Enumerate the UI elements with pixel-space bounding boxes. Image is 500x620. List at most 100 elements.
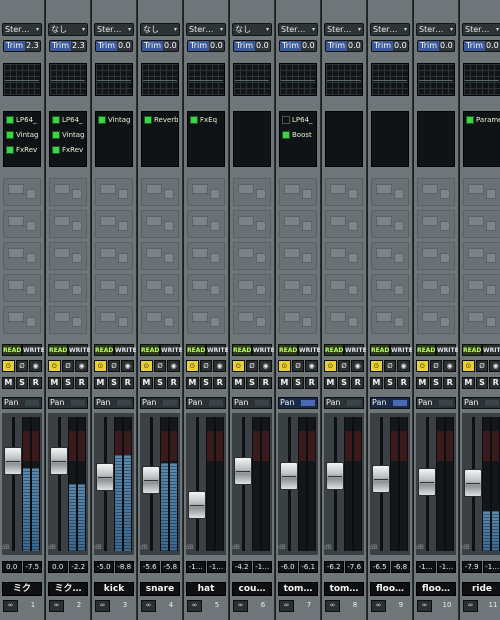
- send-toggle[interactable]: [302, 253, 312, 263]
- phase-icon[interactable]: Ø: [337, 360, 351, 372]
- send-toggle[interactable]: [440, 285, 450, 295]
- send-slot[interactable]: [417, 274, 455, 302]
- volume-readout[interactable]: 0.0: [48, 561, 68, 573]
- trim-control[interactable]: Trim 2.3: [49, 40, 87, 52]
- output-selector[interactable]: Ster… ▾: [370, 23, 410, 36]
- insert-slot[interactable]: Parame: [464, 112, 500, 127]
- pan-control[interactable]: Pan: [462, 397, 500, 409]
- eq-display[interactable]: [325, 63, 363, 96]
- volume-readout[interactable]: -7.9: [462, 561, 482, 573]
- send-slot[interactable]: [463, 306, 500, 334]
- send-slot[interactable]: [95, 178, 133, 206]
- input-monitor-icon[interactable]: ⊙: [324, 360, 337, 372]
- record-button[interactable]: R: [29, 377, 43, 389]
- send-slot[interactable]: [325, 178, 363, 206]
- send-level-knob[interactable]: [54, 312, 70, 322]
- send-level-knob[interactable]: [376, 312, 392, 322]
- plugin-power-icon[interactable]: [282, 115, 290, 124]
- send-slot[interactable]: [279, 178, 317, 206]
- send-level-knob[interactable]: [238, 248, 254, 258]
- send-level-knob[interactable]: [422, 280, 438, 290]
- insert-slot[interactable]: [234, 112, 270, 127]
- output-selector[interactable]: Ster… ▾: [94, 23, 134, 36]
- trim-control[interactable]: Trim 2.3: [3, 40, 41, 52]
- read-automation-button[interactable]: READ: [2, 344, 22, 356]
- send-toggle[interactable]: [302, 317, 312, 327]
- send-slot[interactable]: [49, 210, 87, 238]
- peak-readout[interactable]: -6.1: [298, 561, 318, 573]
- send-toggle[interactable]: [302, 189, 312, 199]
- input-monitor-icon[interactable]: ⊙: [48, 360, 61, 372]
- send-level-knob[interactable]: [468, 312, 484, 322]
- insert-slot[interactable]: [96, 127, 132, 142]
- pan-control[interactable]: Pan: [370, 397, 410, 409]
- read-automation-button[interactable]: READ: [416, 344, 436, 356]
- send-toggle[interactable]: [486, 253, 496, 263]
- send-toggle[interactable]: [26, 189, 36, 199]
- volume-readout[interactable]: -5.6: [140, 561, 160, 573]
- volume-fader[interactable]: [188, 491, 206, 520]
- plugin-power-icon[interactable]: [6, 145, 14, 154]
- pan-control[interactable]: Pan: [232, 397, 272, 409]
- speaker-icon[interactable]: ◉: [29, 360, 43, 372]
- send-slot[interactable]: [279, 274, 317, 302]
- send-slot[interactable]: [95, 242, 133, 270]
- send-level-knob[interactable]: [146, 312, 162, 322]
- send-slot[interactable]: [141, 306, 179, 334]
- send-toggle[interactable]: [256, 221, 266, 231]
- solo-button[interactable]: S: [245, 377, 259, 389]
- send-slot[interactable]: [371, 210, 409, 238]
- send-slot[interactable]: [141, 178, 179, 206]
- speaker-icon[interactable]: ◉: [75, 360, 89, 372]
- output-selector[interactable]: Ster… ▾: [462, 23, 500, 36]
- send-slot[interactable]: [141, 210, 179, 238]
- send-level-knob[interactable]: [238, 280, 254, 290]
- send-slot[interactable]: [49, 306, 87, 334]
- send-level-knob[interactable]: [468, 248, 484, 258]
- read-automation-button[interactable]: READ: [140, 344, 160, 356]
- phase-icon[interactable]: Ø: [383, 360, 397, 372]
- insert-slot[interactable]: Boost: [280, 127, 316, 142]
- mute-button[interactable]: M: [48, 377, 61, 389]
- trim-control[interactable]: Trim 0.0: [463, 40, 500, 52]
- send-level-knob[interactable]: [100, 312, 116, 322]
- solo-button[interactable]: S: [337, 377, 351, 389]
- send-toggle[interactable]: [256, 285, 266, 295]
- send-slot[interactable]: [325, 210, 363, 238]
- send-level-knob[interactable]: [422, 184, 438, 194]
- send-toggle[interactable]: [118, 285, 128, 295]
- trim-control[interactable]: Trim 0.0: [95, 40, 133, 52]
- send-level-knob[interactable]: [330, 312, 346, 322]
- volume-fader[interactable]: [464, 468, 482, 497]
- channel-name[interactable]: floo…: [370, 582, 410, 596]
- speaker-icon[interactable]: ◉: [121, 360, 135, 372]
- insert-slot[interactable]: Vintag: [4, 127, 40, 142]
- send-level-knob[interactable]: [330, 184, 346, 194]
- phase-icon[interactable]: Ø: [245, 360, 259, 372]
- link-icon[interactable]: ∞: [141, 600, 156, 612]
- solo-button[interactable]: S: [475, 377, 489, 389]
- eq-display[interactable]: [279, 63, 317, 96]
- speaker-icon[interactable]: ◉: [351, 360, 365, 372]
- send-toggle[interactable]: [486, 317, 496, 327]
- send-toggle[interactable]: [486, 189, 496, 199]
- send-level-knob[interactable]: [284, 248, 300, 258]
- send-toggle[interactable]: [394, 285, 404, 295]
- insert-slot[interactable]: [188, 127, 224, 142]
- insert-slot[interactable]: [142, 127, 178, 142]
- solo-button[interactable]: S: [199, 377, 213, 389]
- send-toggle[interactable]: [394, 189, 404, 199]
- solo-button[interactable]: S: [153, 377, 167, 389]
- send-slot[interactable]: [279, 210, 317, 238]
- solo-button[interactable]: S: [61, 377, 75, 389]
- link-icon[interactable]: ∞: [3, 600, 18, 612]
- peak-readout[interactable]: -7.5: [22, 561, 42, 573]
- write-automation-button[interactable]: WRITE: [68, 344, 90, 356]
- send-slot[interactable]: [325, 306, 363, 334]
- speaker-icon[interactable]: ◉: [213, 360, 227, 372]
- mute-button[interactable]: M: [416, 377, 429, 389]
- send-toggle[interactable]: [486, 285, 496, 295]
- send-slot[interactable]: [49, 178, 87, 206]
- read-automation-button[interactable]: READ: [278, 344, 298, 356]
- send-level-knob[interactable]: [192, 248, 208, 258]
